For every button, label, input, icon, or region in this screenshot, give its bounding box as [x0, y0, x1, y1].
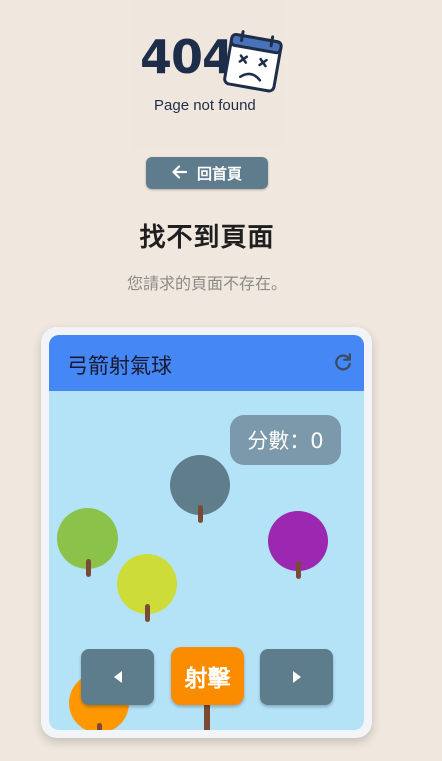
balloon-string [198, 505, 203, 523]
balloon-gray[interactable] [170, 455, 230, 523]
refresh-icon[interactable] [332, 351, 354, 373]
page-title: 找不到頁面 [139, 223, 275, 253]
balloon-game-card: 弓箭射氣球 分數：0 射擊 [41, 327, 372, 738]
sad-calendar-icon [223, 30, 283, 93]
move-right-button[interactable] [260, 649, 333, 705]
not-found-illustration: 404 Page not found [132, 0, 283, 150]
error-code-text: 404 [140, 30, 234, 84]
triangle-left-icon [113, 671, 122, 683]
error-caption: Page not found [154, 97, 256, 114]
balloon-string [85, 559, 91, 577]
balloon-string [97, 723, 102, 730]
not-found-page: 404 Page not found 回首頁 找不到頁面 您請求的頁面不存在。 [0, 0, 442, 761]
game-header: 弓箭射氣球 [49, 335, 364, 391]
triangle-right-icon [292, 671, 301, 683]
arrow-left-icon [172, 164, 188, 182]
move-left-button[interactable] [81, 649, 154, 705]
balloon-green[interactable] [57, 508, 118, 577]
game-title: 弓箭射氣球 [67, 354, 172, 378]
arrow-projectile [204, 703, 210, 730]
score-badge: 分數：0 [230, 415, 341, 465]
back-home-label: 回首頁 [196, 164, 242, 183]
balloon-string [145, 604, 150, 622]
game-play-area[interactable]: 分數：0 射擊 [49, 391, 364, 730]
balloon-string [296, 561, 301, 579]
back-home-button[interactable]: 回首頁 [146, 157, 268, 189]
balloon-lime[interactable] [117, 554, 177, 622]
shoot-button[interactable]: 射擊 [171, 647, 244, 705]
balloon-purple[interactable] [268, 511, 328, 579]
page-subtitle: 您請求的頁面不存在。 [126, 274, 287, 293]
